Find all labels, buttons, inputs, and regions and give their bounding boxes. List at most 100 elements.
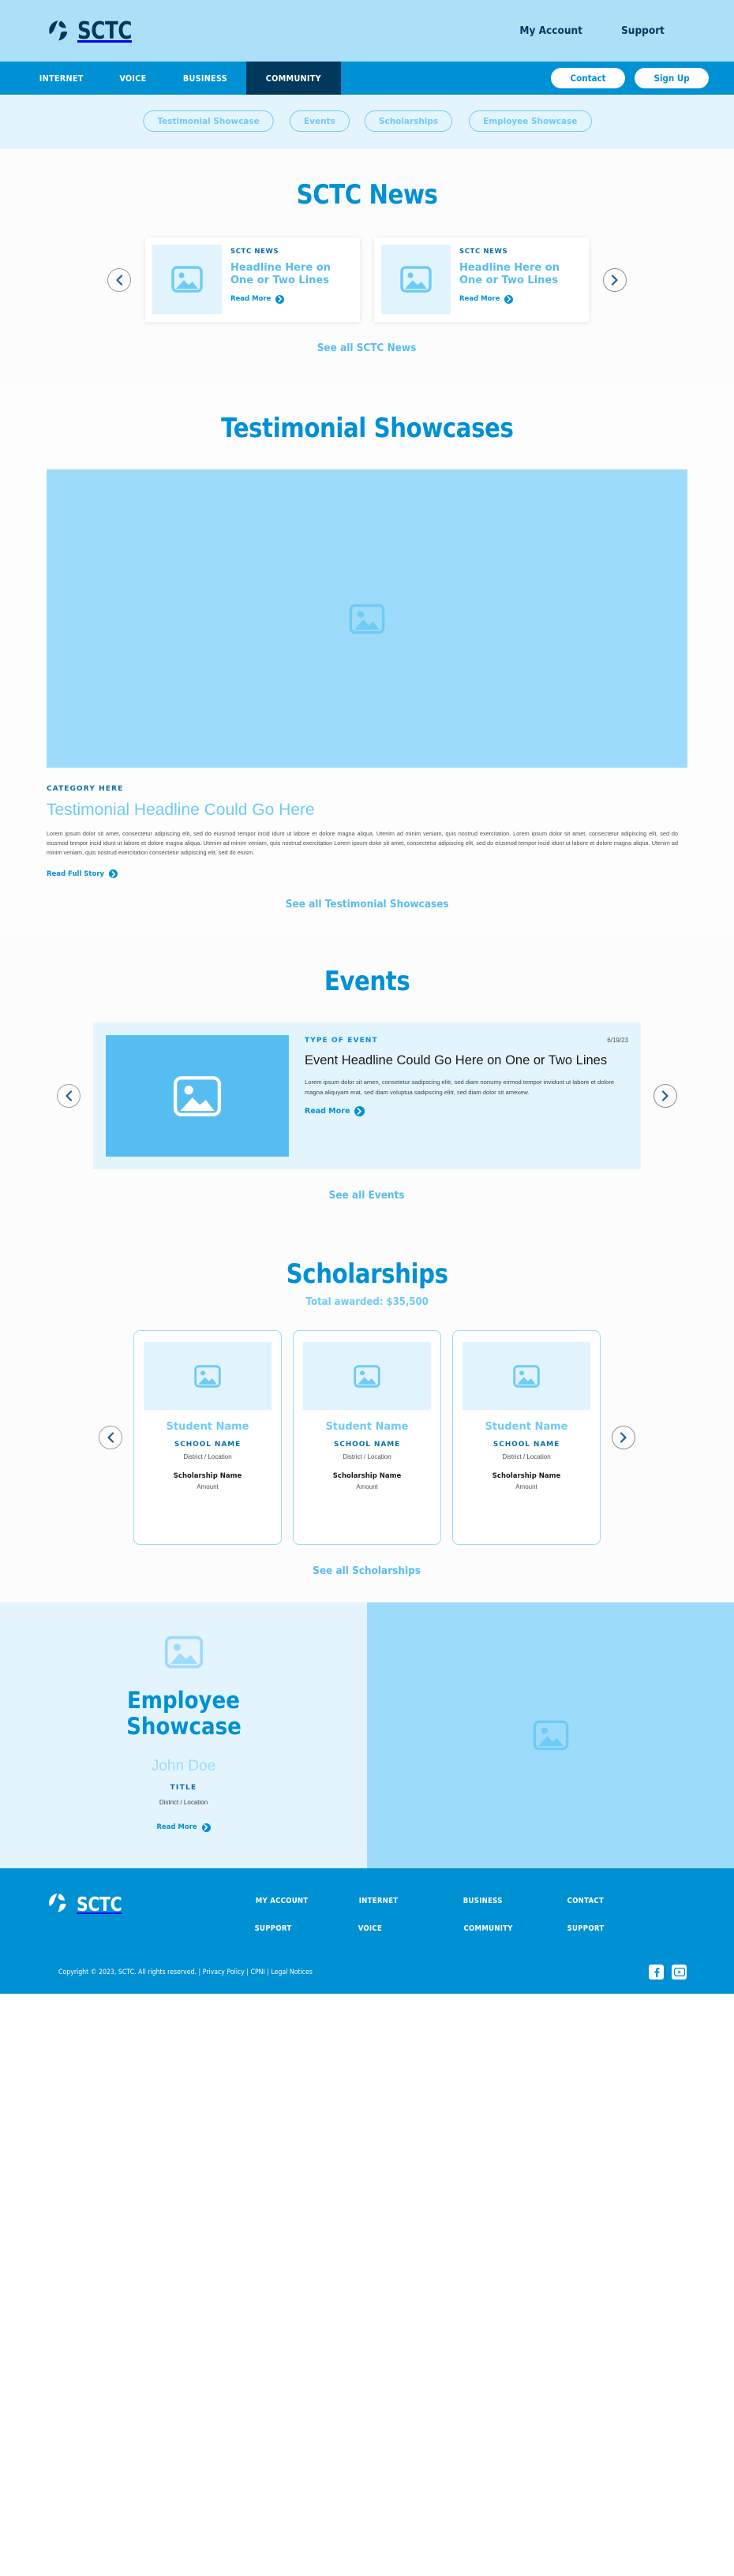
footer-social-links	[649, 1965, 687, 1980]
image-placeholder-icon	[171, 266, 203, 293]
events-next-arrow[interactable]	[653, 1084, 677, 1109]
event-card-read-more-label: Read More	[305, 1106, 350, 1116]
footer-link-my-account[interactable]: MY ACCOUNT	[253, 1897, 357, 1905]
events-prev-arrow[interactable]	[57, 1084, 81, 1109]
chip-testimonial-showcase[interactable]: Testimonial Showcase	[143, 110, 274, 132]
news-card-thumbnail	[381, 245, 451, 314]
chevron-right-circle-icon	[354, 1105, 365, 1116]
footer-link-community[interactable]: COMMUNITY	[461, 1924, 565, 1933]
footer-link-internet-label: INTERNET	[358, 1897, 399, 1906]
footer-link-support-1-label: SUPPORT	[254, 1924, 292, 1934]
footer-column: MY ACCOUNT SUPPORT	[253, 1897, 357, 1952]
chevron-right-icon	[620, 1432, 627, 1444]
sign-up-button-label: Sign Up	[653, 73, 690, 84]
scholarship-card[interactable]: Student Name SCHOOL NAME District / Loca…	[293, 1330, 441, 1546]
employee-avatar	[161, 1629, 207, 1675]
footer-link-internet[interactable]: INTERNET	[357, 1897, 461, 1905]
nav-label-internet: INTERNET	[39, 73, 84, 84]
main-navigation: INTERNET VOICE BUSINESS COMMUNITY Contac…	[0, 62, 734, 95]
scholarships-prev-arrow[interactable]	[99, 1426, 122, 1450]
testimonial-showcases-section: Testimonial Showcases CATEGORY HERE Test…	[0, 381, 734, 935]
scholarship-card-thumbnail	[144, 1342, 272, 1411]
event-card-read-more[interactable]: Read More	[305, 1105, 628, 1116]
chip-employee-showcase[interactable]: Employee Showcase	[468, 110, 592, 132]
news-card[interactable]: SCTC NEWS Headline Here on One or Two Li…	[374, 237, 589, 322]
scholarship-card[interactable]: Student Name SCHOOL NAME District / Loca…	[452, 1330, 601, 1546]
footer-link-my-account-label: MY ACCOUNT	[255, 1897, 309, 1906]
testimonial-read-full-story-link[interactable]: Read Full Story	[47, 869, 687, 879]
scholarship-student-name: Student Name	[325, 1421, 409, 1434]
footer-link-business[interactable]: BUSINESS	[461, 1897, 565, 1905]
see-all-events-label: See all Events	[329, 1190, 405, 1202]
chevron-left-icon	[107, 1432, 114, 1444]
see-all-scholarships-link[interactable]: See all Scholarships	[0, 1565, 734, 1577]
sctc-circle-logo-icon	[47, 1892, 71, 1916]
event-card-thumbnail	[106, 1035, 289, 1157]
employee-read-more-link[interactable]: Read More	[156, 1823, 211, 1832]
news-card-headline: Headline Here on One or Two Lines	[459, 262, 560, 286]
employee-showcase-title-line1: Employee	[126, 1687, 241, 1714]
footer-column: BUSINESS COMMUNITY	[461, 1897, 565, 1952]
logo-wordmark: SCTC	[77, 17, 132, 45]
footer-logo[interactable]: SCTC	[47, 1892, 253, 1916]
scholarship-card-thumbnail	[462, 1342, 590, 1411]
news-card-read-more[interactable]: Read More	[459, 294, 582, 304]
footer-link-voice[interactable]: VOICE	[357, 1924, 461, 1933]
chip-scholarships[interactable]: Scholarships	[364, 110, 452, 132]
footer-top: SCTC MY ACCOUNT SUPPORT INTERNET VOICE B…	[47, 1892, 687, 1952]
footer-link-support-2[interactable]: SUPPORT	[565, 1924, 669, 1933]
nav-item-internet[interactable]: INTERNET	[21, 62, 102, 95]
news-next-arrow[interactable]	[603, 267, 627, 292]
image-placeholder-icon	[533, 1721, 568, 1751]
testimonial-section-title: Testimonial Showcases	[0, 413, 734, 444]
nav-label-community: COMMUNITY	[265, 73, 322, 84]
news-card[interactable]: SCTC NEWS Headline Here on One or Two Li…	[145, 237, 360, 322]
scholarship-program-name: Scholarship Name	[492, 1472, 561, 1481]
employee-name: John Doe	[151, 1757, 216, 1774]
sctc-news-title: SCTC News	[0, 179, 734, 211]
chevron-left-icon	[116, 274, 123, 286]
event-card-date: 6/19/23	[607, 1037, 628, 1045]
top-bar: SCTC My Account Support	[0, 0, 734, 62]
chevron-right-circle-icon	[504, 294, 514, 304]
contact-button[interactable]: Contact	[550, 68, 625, 88]
topbar-link-my-account[interactable]: My Account	[519, 24, 582, 37]
see-all-sctc-news-link[interactable]: See all SCTC News	[0, 342, 734, 354]
employee-location: District / Location	[159, 1798, 208, 1806]
footer-link-contact[interactable]: CONTACT	[565, 1897, 669, 1905]
news-prev-arrow[interactable]	[107, 267, 131, 292]
employee-showcase-title: Employee Showcase	[120, 1688, 248, 1740]
youtube-icon[interactable]	[672, 1965, 687, 1980]
nav-item-business[interactable]: BUSINESS	[164, 62, 246, 95]
scholarships-section-title: Scholarships	[0, 1258, 734, 1290]
scholarship-location: District / Location	[502, 1453, 551, 1461]
event-card-body-text: Lorem ipsum dolor sit amen, consetetur s…	[305, 1079, 615, 1096]
footer-link-support-2-label: SUPPORT	[567, 1924, 605, 1934]
see-all-testimonial-label: See all Testimonial Showcases	[285, 899, 449, 911]
footer-link-community-label: COMMUNITY	[463, 1924, 513, 1934]
news-card-read-more[interactable]: Read More	[230, 294, 353, 304]
event-card[interactable]: TYPE OF EVENT 6/19/23 Event Headline Cou…	[93, 1023, 641, 1170]
site-logo[interactable]: SCTC	[47, 17, 144, 45]
nav-item-community[interactable]: COMMUNITY	[246, 62, 341, 95]
nav-item-voice[interactable]: VOICE	[102, 62, 164, 95]
scholarship-card[interactable]: Student Name SCHOOL NAME District / Loca…	[133, 1330, 282, 1546]
scholarships-next-arrow[interactable]	[612, 1426, 635, 1450]
sign-up-button[interactable]: Sign Up	[634, 68, 709, 88]
see-all-testimonial-showcases-link[interactable]: See all Testimonial Showcases	[0, 899, 734, 910]
employee-showcase-title-line2: Showcase	[125, 1713, 242, 1740]
see-all-events-link[interactable]: See all Events	[0, 1190, 734, 1202]
scholarship-amount: Amount	[356, 1483, 378, 1491]
news-card-kicker: SCTC NEWS	[459, 248, 508, 256]
employee-showcase-section: Employee Showcase John Doe TITLE Distric…	[0, 1602, 734, 1869]
events-section-title-text: Events	[324, 966, 410, 998]
sctc-news-title-text: SCTC News	[296, 179, 438, 211]
facebook-icon[interactable]	[649, 1965, 664, 1980]
testimonial-hero-image	[47, 469, 687, 768]
testimonial-content: CATEGORY HERE Testimonial Headline Could…	[47, 768, 687, 879]
footer-logo-wordmark: SCTC	[77, 1892, 122, 1916]
topbar-link-support[interactable]: Support	[621, 24, 665, 37]
chip-events[interactable]: Events	[289, 110, 350, 132]
footer-link-support-1[interactable]: SUPPORT	[253, 1924, 357, 1933]
